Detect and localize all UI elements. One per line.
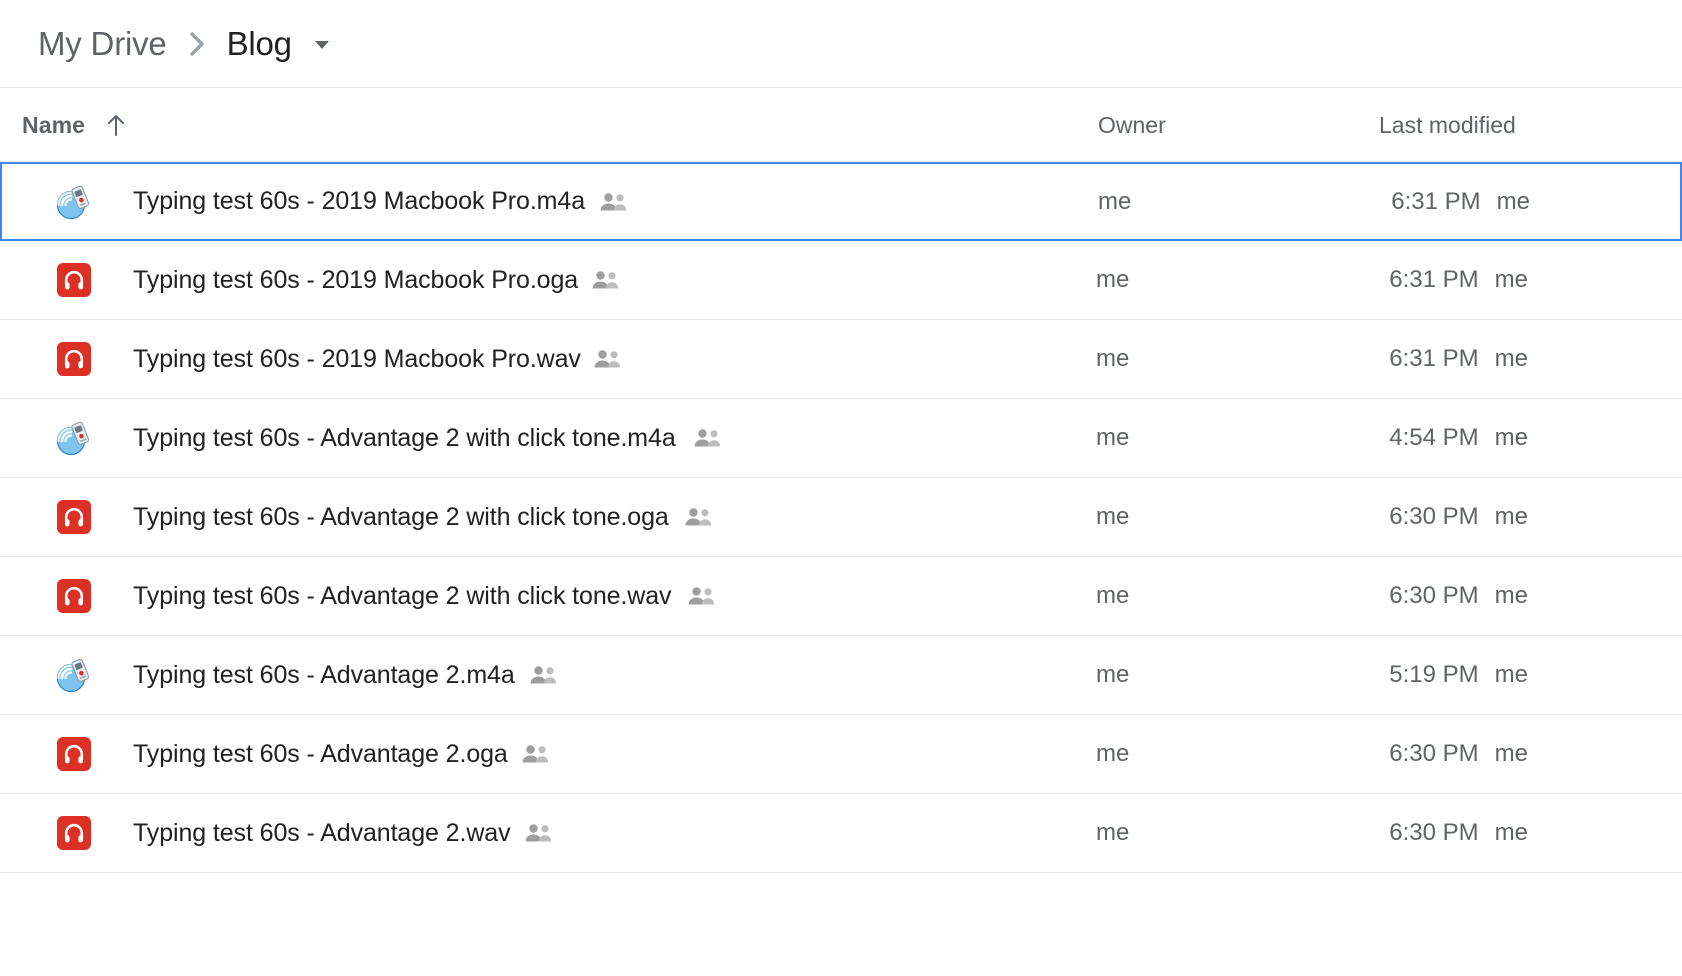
file-type-icon bbox=[56, 184, 92, 220]
modified-by: me bbox=[1497, 188, 1530, 215]
table-row[interactable]: Typing test 60s - Advantage 2 with click… bbox=[0, 557, 1682, 636]
breadcrumb: My Drive Blog bbox=[0, 0, 1682, 88]
people-shared-icon bbox=[521, 743, 551, 765]
table-row[interactable]: Typing test 60s - 2019 Macbook Pro.m4a me… bbox=[0, 162, 1682, 241]
people-shared-icon bbox=[687, 585, 717, 607]
table-row[interactable]: Typing test 60s - Advantage 2.m4ame5:19 … bbox=[0, 636, 1682, 715]
headphones-audio-icon bbox=[57, 263, 91, 297]
file-owner: me bbox=[1096, 424, 1129, 452]
file-type-icon bbox=[56, 499, 92, 535]
people-shared-icon bbox=[693, 427, 723, 449]
people-shared-icon bbox=[599, 191, 629, 213]
quicktime-audio-icon bbox=[56, 184, 92, 220]
file-type-icon bbox=[56, 657, 92, 693]
people-shared-icon bbox=[529, 664, 559, 686]
modified-time: 6:31 PM bbox=[1391, 188, 1480, 215]
modified-by: me bbox=[1495, 345, 1528, 372]
file-last-modified: 5:19 PM me bbox=[1308, 661, 1528, 689]
breadcrumb-my-drive[interactable]: My Drive bbox=[38, 27, 167, 60]
arrow-up-icon[interactable] bbox=[105, 112, 127, 138]
file-type-icon bbox=[56, 736, 92, 772]
breadcrumb-blog[interactable]: Blog bbox=[227, 27, 292, 60]
file-name[interactable]: Typing test 60s - Advantage 2 with click… bbox=[133, 503, 669, 532]
quicktime-audio-icon bbox=[56, 657, 92, 693]
file-last-modified: 4:54 PM me bbox=[1308, 424, 1528, 452]
file-owner: me bbox=[1096, 345, 1129, 373]
file-last-modified: 6:30 PM me bbox=[1308, 503, 1528, 531]
table-row[interactable]: Typing test 60s - 2019 Macbook Pro.wav me… bbox=[0, 320, 1682, 399]
column-headers: Name Owner Last modified bbox=[0, 88, 1682, 162]
file-last-modified: 6:30 PM me bbox=[1308, 582, 1528, 610]
file-last-modified: 6:31 PM me bbox=[1310, 188, 1530, 216]
modified-by: me bbox=[1495, 266, 1528, 293]
modified-time: 4:54 PM bbox=[1389, 424, 1478, 451]
file-name[interactable]: Typing test 60s - 2019 Macbook Pro.wav bbox=[133, 345, 581, 374]
people-shared-icon bbox=[591, 269, 621, 291]
drive-file-list-page: My Drive Blog Name Owner Last modified T… bbox=[0, 0, 1682, 976]
modified-time: 6:30 PM bbox=[1389, 582, 1478, 609]
modified-time: 6:30 PM bbox=[1389, 819, 1478, 846]
table-row[interactable]: Typing test 60s - Advantage 2.ogame6:30 … bbox=[0, 715, 1682, 794]
file-type-icon bbox=[56, 262, 92, 298]
file-list: Typing test 60s - 2019 Macbook Pro.m4a me… bbox=[0, 162, 1682, 873]
file-name[interactable]: Typing test 60s - 2019 Macbook Pro.m4a bbox=[133, 187, 585, 216]
people-shared-icon bbox=[684, 506, 714, 528]
file-last-modified: 6:30 PM me bbox=[1308, 740, 1528, 768]
headphones-audio-icon bbox=[57, 737, 91, 771]
file-owner: me bbox=[1096, 740, 1129, 768]
modified-by: me bbox=[1495, 661, 1528, 688]
headphones-audio-icon bbox=[57, 816, 91, 850]
file-type-icon bbox=[56, 341, 92, 377]
file-owner: me bbox=[1098, 188, 1131, 216]
file-type-icon bbox=[56, 420, 92, 456]
file-name[interactable]: Typing test 60s - Advantage 2 with click… bbox=[133, 424, 676, 453]
file-owner: me bbox=[1096, 266, 1129, 294]
table-row[interactable]: Typing test 60s - Advantage 2 with click… bbox=[0, 399, 1682, 478]
file-name[interactable]: Typing test 60s - Advantage 2 with click… bbox=[133, 582, 671, 611]
file-owner: me bbox=[1096, 503, 1129, 531]
file-last-modified: 6:30 PM me bbox=[1308, 819, 1528, 847]
modified-time: 6:31 PM bbox=[1389, 266, 1478, 293]
modified-time: 6:31 PM bbox=[1389, 345, 1478, 372]
people-shared-icon bbox=[593, 348, 623, 370]
column-header-name[interactable]: Name bbox=[22, 112, 127, 139]
column-header-name-label: Name bbox=[22, 112, 85, 139]
headphones-audio-icon bbox=[57, 579, 91, 613]
file-last-modified: 6:31 PM me bbox=[1308, 345, 1528, 373]
table-row[interactable]: Typing test 60s - Advantage 2.wavme6:30 … bbox=[0, 794, 1682, 873]
file-name[interactable]: Typing test 60s - Advantage 2.oga bbox=[133, 740, 508, 769]
people-shared-icon bbox=[524, 822, 554, 844]
quicktime-audio-icon bbox=[56, 420, 92, 456]
table-row[interactable]: Typing test 60s - Advantage 2 with click… bbox=[0, 478, 1682, 557]
modified-by: me bbox=[1495, 503, 1528, 530]
file-last-modified: 6:31 PM me bbox=[1308, 266, 1528, 294]
file-owner: me bbox=[1096, 819, 1129, 847]
column-header-last-modified[interactable]: Last modified bbox=[1379, 112, 1516, 139]
column-header-owner[interactable]: Owner bbox=[1098, 112, 1166, 139]
chevron-right-icon bbox=[187, 29, 209, 59]
modified-time: 6:30 PM bbox=[1389, 740, 1478, 767]
file-name[interactable]: Typing test 60s - Advantage 2.wav bbox=[133, 819, 511, 848]
table-row[interactable]: Typing test 60s - 2019 Macbook Pro.oga me… bbox=[0, 241, 1682, 320]
modified-by: me bbox=[1495, 582, 1528, 609]
modified-time: 5:19 PM bbox=[1389, 661, 1478, 688]
chevron-down-icon[interactable] bbox=[310, 32, 334, 56]
modified-by: me bbox=[1495, 740, 1528, 767]
modified-by: me bbox=[1495, 819, 1528, 846]
file-type-icon bbox=[56, 815, 92, 851]
file-type-icon bbox=[56, 578, 92, 614]
file-name[interactable]: Typing test 60s - Advantage 2.m4a bbox=[133, 661, 515, 690]
modified-time: 6:30 PM bbox=[1389, 503, 1478, 530]
headphones-audio-icon bbox=[57, 500, 91, 534]
file-owner: me bbox=[1096, 661, 1129, 689]
file-name[interactable]: Typing test 60s - 2019 Macbook Pro.oga bbox=[133, 266, 578, 295]
file-owner: me bbox=[1096, 582, 1129, 610]
modified-by: me bbox=[1495, 424, 1528, 451]
headphones-audio-icon bbox=[57, 342, 91, 376]
